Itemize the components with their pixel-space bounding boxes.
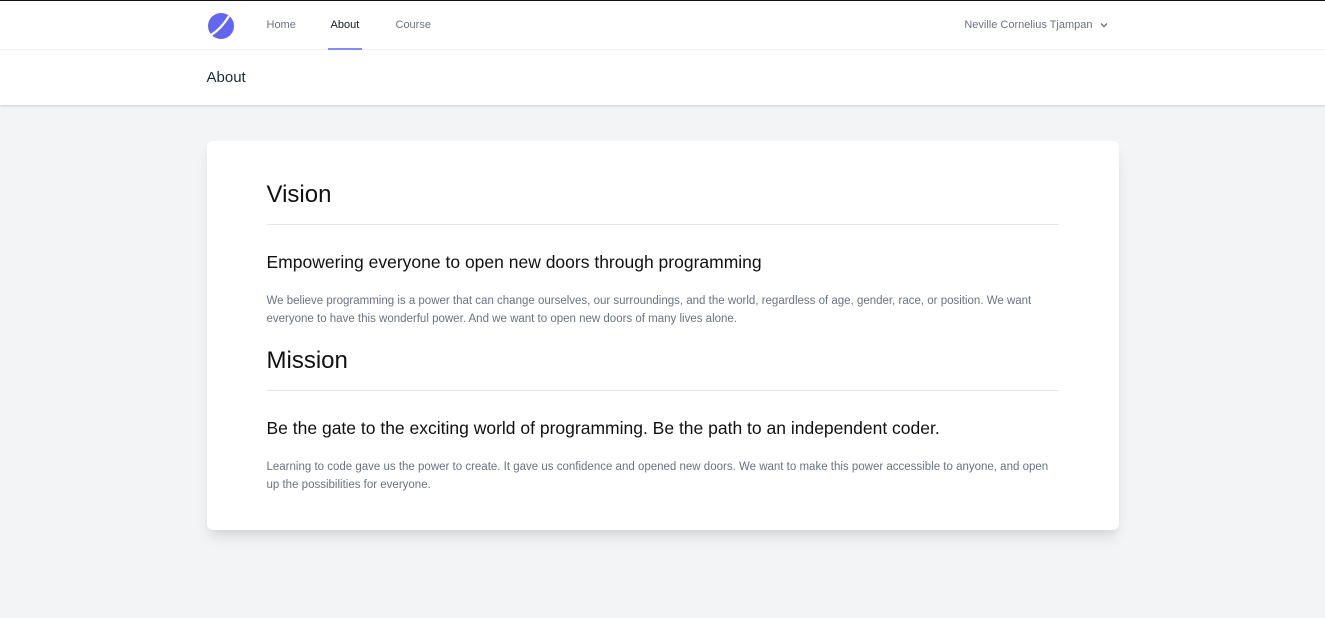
vision-divider — [266, 224, 1059, 225]
mission-subtitle: Be the gate to the exciting world of pro… — [266, 418, 940, 438]
vision-subtitle: Empowering everyone to open new doors th… — [266, 252, 762, 272]
top-navbar: Home About Course Neville Cornelius Tjam… — [0, 0, 1325, 50]
chevron-down-icon — [1100, 23, 1107, 28]
about-card: Vision Empowering everyone to open new d… — [206, 141, 1119, 530]
mission-divider — [266, 390, 1059, 391]
user-menu-dropdown[interactable]: Neville Cornelius Tjampan — [964, 1, 1108, 49]
page-title: About — [206, 69, 246, 86]
nav-link-course[interactable]: Course — [396, 1, 431, 49]
mission-title: Mission — [266, 347, 348, 374]
navbar-container: Home About Course Neville Cornelius Tjam… — [207, 1, 1119, 50]
user-name: Neville Cornelius Tjampan — [964, 19, 1093, 31]
vision-section: Vision Empowering everyone to open new d… — [266, 181, 1059, 328]
vision-body: We believe programming is a power that c… — [266, 295, 1032, 325]
nav-link-about[interactable]: About — [327, 1, 362, 50]
mission-body: Learning to code gave us the power to cr… — [266, 461, 1049, 491]
mission-section: Mission Be the gate to the exciting worl… — [266, 347, 1059, 494]
nav-link-home[interactable]: Home — [267, 1, 296, 49]
vision-title: Vision — [266, 181, 332, 208]
logo-icon[interactable] — [207, 12, 235, 40]
page-header: About — [0, 50, 1325, 105]
